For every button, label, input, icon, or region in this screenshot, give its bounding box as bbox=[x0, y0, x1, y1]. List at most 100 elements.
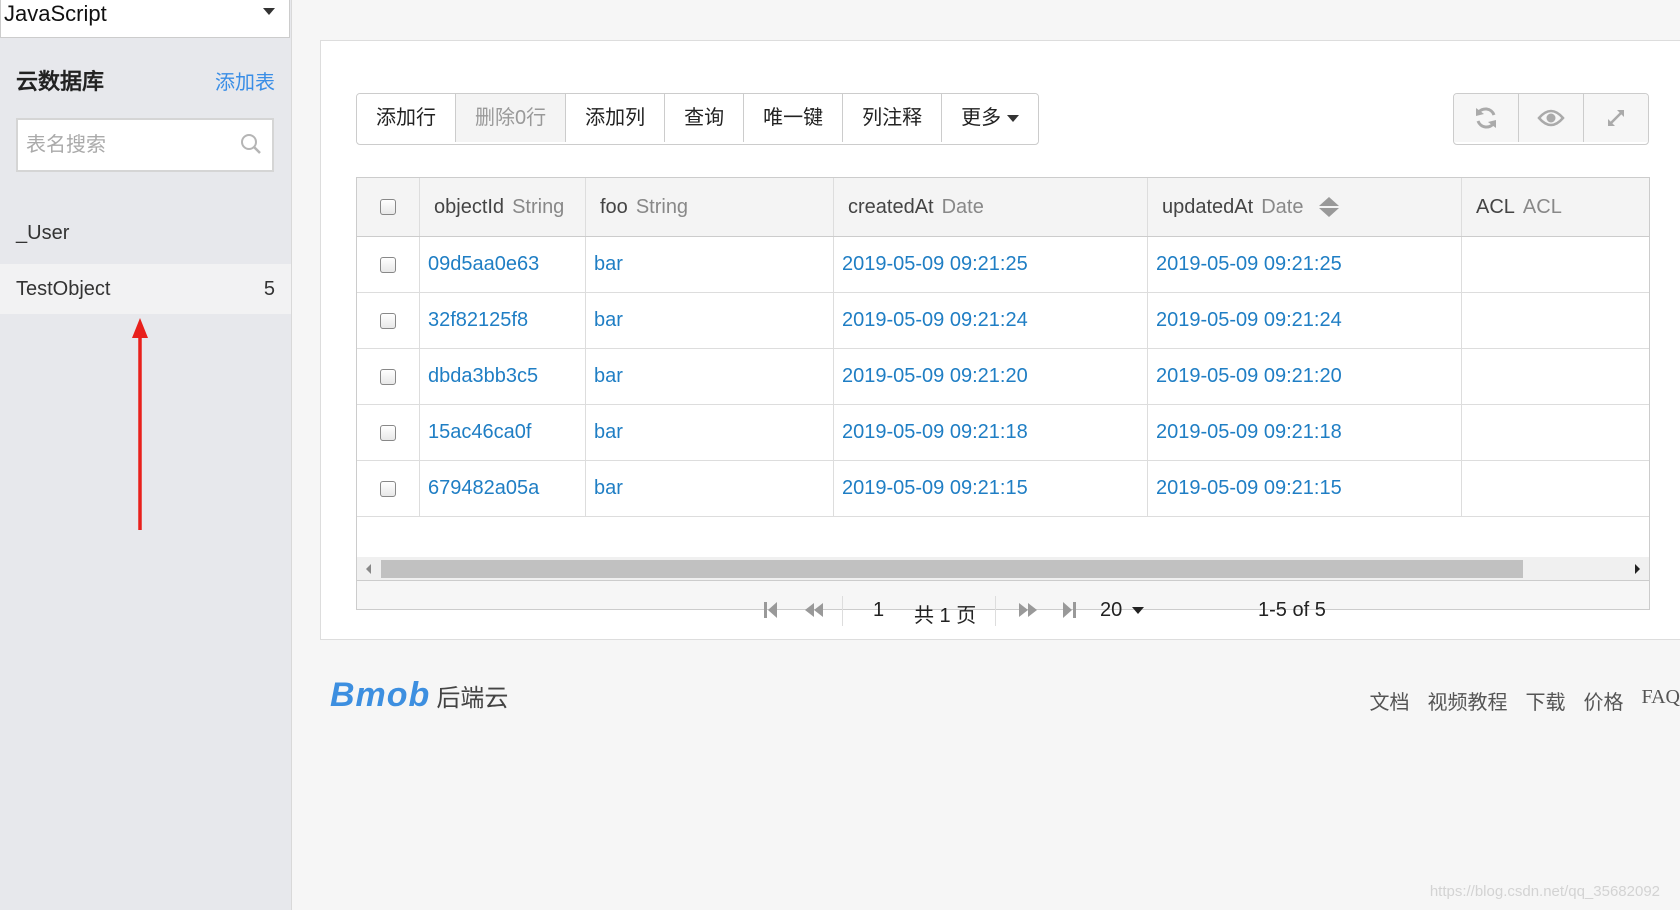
row-checkbox[interactable] bbox=[380, 256, 396, 273]
column-type: Date bbox=[1261, 195, 1304, 218]
record-range: 1-5 of 5 bbox=[1258, 599, 1326, 621]
table-row[interactable]: 09d5aa0e63 bar 2019-05-09 09:21:25 2019-… bbox=[357, 237, 1649, 293]
chevron-down-icon bbox=[263, 8, 275, 15]
query-button[interactable]: 查询 bbox=[665, 94, 745, 142]
cell-foo[interactable]: bar bbox=[586, 461, 834, 516]
cell-updatedat[interactable]: 2019-05-09 09:21:15 bbox=[1148, 461, 1462, 516]
search-icon[interactable] bbox=[240, 133, 262, 160]
cell-objectid[interactable]: 15ac46ca0f bbox=[420, 405, 586, 460]
cell-acl[interactable] bbox=[1462, 349, 1649, 404]
column-comment-button[interactable]: 列注释 bbox=[843, 94, 943, 142]
sidebar-title: 云数据库 bbox=[16, 69, 105, 94]
column-header-updatedat[interactable]: updatedAt Date bbox=[1148, 178, 1462, 236]
header-select-cell bbox=[357, 178, 420, 236]
table-row[interactable]: 32f82125f8 bar 2019-05-09 09:21:24 2019-… bbox=[357, 293, 1649, 349]
unique-key-button[interactable]: 唯一键 bbox=[744, 94, 844, 142]
logo-suffix: 后端云 bbox=[436, 685, 509, 712]
toggle-columns-button[interactable] bbox=[1519, 94, 1584, 142]
chevron-down-icon bbox=[1132, 607, 1145, 614]
column-type: ACL bbox=[1522, 195, 1562, 218]
add-row-button[interactable]: 添加行 bbox=[357, 94, 456, 142]
cell-objectid[interactable]: 679482a05a bbox=[420, 461, 586, 516]
cell-acl[interactable] bbox=[1462, 461, 1649, 516]
grid-header: objectId String foo String createdAt Date u… bbox=[357, 178, 1649, 237]
cell-foo[interactable]: bar bbox=[586, 405, 834, 460]
scrollbar-thumb[interactable] bbox=[381, 560, 1523, 578]
cell-updatedat[interactable]: 2019-05-09 09:21:25 bbox=[1148, 237, 1462, 292]
fullscreen-button[interactable] bbox=[1584, 94, 1648, 142]
table-row[interactable]: 679482a05a bar 2019-05-09 09:21:15 2019-… bbox=[357, 461, 1649, 517]
table-row[interactable]: dbda3bb3c5 bar 2019-05-09 09:21:20 2019-… bbox=[357, 349, 1649, 405]
cell-createdat[interactable]: 2019-05-09 09:21:20 bbox=[834, 349, 1148, 404]
cell-updatedat[interactable]: 2019-05-09 09:21:18 bbox=[1148, 405, 1462, 460]
footer-link-download[interactable]: 下载 bbox=[1525, 686, 1565, 715]
row-checkbox[interactable] bbox=[380, 424, 396, 441]
cell-updatedat[interactable]: 2019-05-09 09:21:24 bbox=[1148, 293, 1462, 348]
data-panel: 添加行 删除0行 添加列 查询 唯一键 列注释 更多 objectId Stri… bbox=[320, 40, 1680, 640]
table-row[interactable]: 15ac46ca0f bar 2019-05-09 09:21:18 2019-… bbox=[357, 405, 1649, 461]
delete-rows-button[interactable]: 删除0行 bbox=[456, 94, 567, 142]
cell-createdat[interactable]: 2019-05-09 09:21:18 bbox=[834, 405, 1148, 460]
prev-page-icon[interactable] bbox=[802, 600, 826, 620]
scroll-left-icon[interactable] bbox=[366, 564, 371, 574]
sort-icon[interactable] bbox=[1319, 197, 1340, 217]
refresh-button[interactable] bbox=[1454, 94, 1519, 142]
column-name: objectId bbox=[434, 195, 505, 218]
footer-links: 文档 视频教程 下载 价格 FAQ bbox=[1351, 686, 1680, 715]
expand-icon bbox=[1608, 110, 1624, 126]
footer-link-docs[interactable]: 文档 bbox=[1369, 686, 1409, 715]
column-name: foo bbox=[600, 195, 628, 218]
refresh-icon bbox=[1476, 107, 1496, 129]
row-checkbox[interactable] bbox=[380, 312, 396, 329]
cell-objectid[interactable]: dbda3bb3c5 bbox=[420, 349, 586, 404]
page-size-select[interactable]: 20 bbox=[1100, 599, 1145, 622]
pagination: 1 共 1 页 20 1-5 of 5 bbox=[356, 581, 1650, 645]
cell-acl[interactable] bbox=[1462, 237, 1649, 292]
cell-createdat[interactable]: 2019-05-09 09:21:15 bbox=[834, 461, 1148, 516]
brand-logo[interactable]: Bmob 后端云 bbox=[330, 676, 508, 715]
column-header-foo[interactable]: foo String bbox=[586, 178, 834, 236]
add-table-link[interactable]: 添加表 bbox=[215, 66, 275, 95]
scroll-right-icon[interactable] bbox=[1635, 564, 1640, 574]
last-page-icon[interactable] bbox=[1060, 600, 1078, 620]
table-search-input[interactable] bbox=[18, 120, 228, 170]
next-page-icon[interactable] bbox=[1016, 600, 1040, 620]
row-checkbox[interactable] bbox=[380, 480, 396, 497]
column-header-acl[interactable]: ACL ACL bbox=[1462, 178, 1649, 236]
table-search bbox=[16, 118, 274, 172]
current-page[interactable]: 1 bbox=[873, 599, 884, 622]
column-header-objectid[interactable]: objectId String bbox=[420, 178, 586, 236]
sidebar-item-testobject[interactable]: TestObject 5 bbox=[0, 264, 291, 314]
language-select[interactable]: JavaScript bbox=[0, 0, 290, 38]
cell-objectid[interactable]: 32f82125f8 bbox=[420, 293, 586, 348]
eye-icon bbox=[1537, 109, 1565, 127]
row-select-cell bbox=[357, 405, 420, 460]
footer-link-faq[interactable]: FAQ bbox=[1641, 686, 1680, 715]
row-checkbox[interactable] bbox=[380, 368, 396, 385]
more-dropdown[interactable]: 更多 bbox=[942, 94, 1039, 142]
pager-divider bbox=[995, 596, 996, 626]
cell-createdat[interactable]: 2019-05-09 09:21:25 bbox=[834, 237, 1148, 292]
cell-foo[interactable]: bar bbox=[586, 349, 834, 404]
cell-createdat[interactable]: 2019-05-09 09:21:24 bbox=[834, 293, 1148, 348]
first-page-icon[interactable] bbox=[762, 600, 780, 620]
select-all-checkbox[interactable] bbox=[380, 199, 396, 215]
row-select-cell bbox=[357, 293, 420, 348]
cell-foo[interactable]: bar bbox=[586, 237, 834, 292]
add-column-button[interactable]: 添加列 bbox=[566, 94, 666, 142]
column-name: ACL bbox=[1476, 195, 1515, 218]
footer-link-pricing[interactable]: 价格 bbox=[1583, 686, 1623, 715]
sidebar-item-user[interactable]: _User bbox=[0, 208, 291, 258]
cell-objectid[interactable]: 09d5aa0e63 bbox=[420, 237, 586, 292]
column-name: createdAt bbox=[848, 195, 934, 218]
horizontal-scrollbar[interactable] bbox=[357, 557, 1649, 581]
cell-acl[interactable] bbox=[1462, 405, 1649, 460]
cell-foo[interactable]: bar bbox=[586, 293, 834, 348]
footer-link-videos[interactable]: 视频教程 bbox=[1427, 686, 1507, 715]
sidebar-item-label: _User bbox=[16, 222, 70, 244]
column-type: Date bbox=[941, 195, 984, 218]
logo-text: Bmob bbox=[330, 676, 431, 714]
cell-acl[interactable] bbox=[1462, 293, 1649, 348]
cell-updatedat[interactable]: 2019-05-09 09:21:20 bbox=[1148, 349, 1462, 404]
column-header-createdat[interactable]: createdAt Date bbox=[834, 178, 1148, 236]
